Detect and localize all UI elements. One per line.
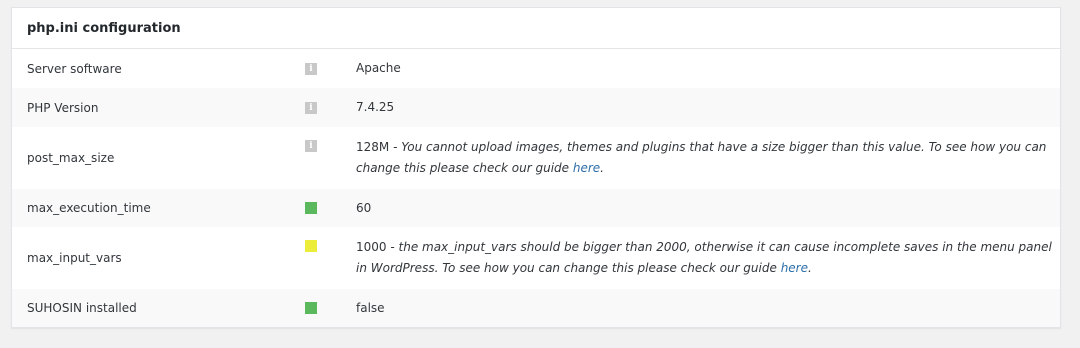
panel-title: php.ini configuration <box>27 20 181 36</box>
value-text: false <box>356 300 385 315</box>
value-note: - You cannot upload images, themes and p… <box>356 140 1047 175</box>
row-max-execution-time: max_execution_time 60 <box>12 189 1060 227</box>
row-label: max_execution_time <box>27 201 151 215</box>
row-label: SUHOSIN installed <box>27 301 137 315</box>
row-value: false <box>356 298 1052 319</box>
row-value: 1000 - the max_input_vars should be bigg… <box>356 237 1052 279</box>
value-text: Apache <box>356 61 401 75</box>
panel-header: php.ini configuration <box>12 8 1060 49</box>
status-ok-indicator <box>305 202 317 214</box>
row-server-software: Server software i Apache <box>12 49 1060 88</box>
value-note-end: . <box>600 161 604 175</box>
row-max-input-vars: max_input_vars 1000 - the max_input_vars… <box>12 227 1060 289</box>
value-text: 1000 <box>356 240 387 254</box>
row-label: Server software <box>27 61 122 76</box>
info-icon[interactable]: i <box>305 140 317 152</box>
row-value: Apache <box>356 58 1052 79</box>
row-post-max-size: post_max_size i 128M - You cannot upload… <box>12 127 1060 189</box>
guide-link[interactable]: here <box>573 161 600 175</box>
info-icon[interactable]: i <box>305 101 317 114</box>
row-label: post_max_size <box>27 151 115 165</box>
value-note: - the max_input_vars should be bigger th… <box>356 240 1052 275</box>
value-text: 7.4.25 <box>356 100 395 114</box>
row-label: PHP Version <box>27 100 99 115</box>
row-suhosin-installed: SUHOSIN installed false <box>12 289 1060 327</box>
row-value: 60 <box>356 198 1052 219</box>
row-value: 7.4.25 <box>356 97 1052 118</box>
info-icon[interactable]: i <box>305 62 317 75</box>
status-warning-indicator <box>305 240 317 252</box>
row-php-version: PHP Version i 7.4.25 <box>12 88 1060 127</box>
guide-link[interactable]: here <box>781 261 808 275</box>
php-ini-panel: php.ini configuration Server software i … <box>11 7 1061 328</box>
status-ok-indicator <box>305 302 317 314</box>
value-note-end: . <box>808 261 812 275</box>
row-value: 128M - You cannot upload images, themes … <box>356 137 1052 179</box>
row-label: max_input_vars <box>27 251 122 265</box>
value-text: 60 <box>356 200 372 215</box>
value-text: 128M <box>356 140 390 154</box>
